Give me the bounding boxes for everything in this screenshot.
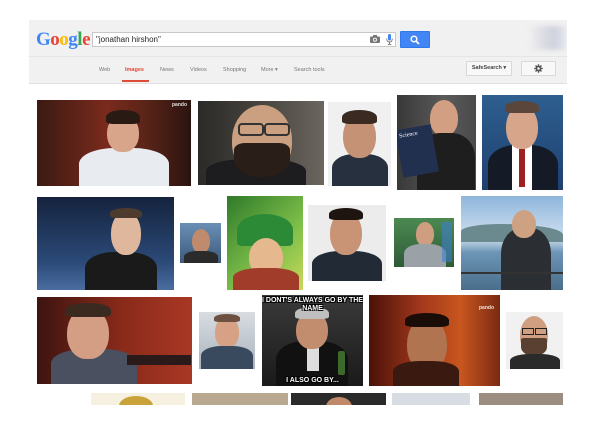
search-box[interactable] (92, 32, 396, 47)
logo-letter: G (36, 29, 51, 50)
image-result[interactable] (392, 393, 470, 405)
microphone-icon[interactable] (386, 34, 393, 45)
magnifier-icon (410, 35, 420, 45)
safesearch-button[interactable]: SafeSearch ▾ (466, 61, 512, 76)
tab-news[interactable]: News (160, 67, 174, 73)
tab-shopping[interactable]: Shopping (223, 67, 246, 73)
logo-letter: g (68, 29, 78, 50)
image-result[interactable] (199, 312, 255, 369)
book: Science (397, 124, 439, 178)
watermark: pando (479, 305, 494, 311)
image-result[interactable] (227, 196, 303, 290)
tab-more[interactable]: More ▾ (261, 67, 278, 73)
image-result[interactable] (461, 196, 563, 290)
image-result[interactable] (308, 205, 386, 281)
active-tab-indicator (122, 80, 149, 82)
image-result[interactable] (180, 223, 221, 263)
search-nav: Web Images News Videos Shopping More ▾ S… (29, 57, 567, 84)
image-result[interactable]: I DONT'S ALWAYS GO BY THE NAME I ALSO GO… (262, 295, 363, 386)
search-button[interactable] (400, 31, 430, 48)
image-result[interactable]: pando (369, 295, 500, 386)
settings-button[interactable] (521, 61, 556, 76)
account-area[interactable] (528, 26, 566, 50)
image-result[interactable] (479, 393, 563, 405)
image-result[interactable] (198, 101, 324, 185)
watermark: pando (172, 102, 187, 108)
search-input[interactable] (96, 33, 356, 46)
image-result[interactable] (394, 218, 454, 267)
image-results-grid: pando Science I DONT'S ALWAYS GO BY THE … (29, 84, 567, 405)
tab-web[interactable]: Web (99, 67, 110, 73)
google-logo[interactable]: Google (36, 29, 90, 51)
image-result[interactable] (91, 393, 185, 405)
image-result[interactable] (506, 312, 563, 369)
camera-icon[interactable] (370, 35, 380, 43)
image-result[interactable] (291, 393, 386, 405)
browser-page: Google Web Images (29, 20, 567, 405)
image-result[interactable]: Science (397, 95, 476, 190)
gear-icon (534, 64, 543, 73)
image-result[interactable]: pando (37, 100, 191, 186)
search-header: Google (29, 20, 567, 57)
image-result[interactable] (37, 197, 174, 290)
logo-letter: o (59, 29, 69, 50)
meme-caption-top: I DONT'S ALWAYS GO BY THE NAME (262, 297, 363, 312)
tab-search-tools[interactable]: Search tools (294, 67, 325, 73)
tab-videos[interactable]: Videos (190, 67, 207, 73)
image-result[interactable] (328, 102, 391, 186)
image-result[interactable] (192, 393, 288, 405)
image-result[interactable] (37, 297, 192, 384)
logo-letter: e (82, 29, 90, 50)
meme-caption-bottom: I ALSO GO BY... (286, 377, 339, 384)
image-result[interactable] (482, 95, 563, 190)
logo-letter: o (50, 29, 60, 50)
tab-images[interactable]: Images (125, 67, 144, 73)
